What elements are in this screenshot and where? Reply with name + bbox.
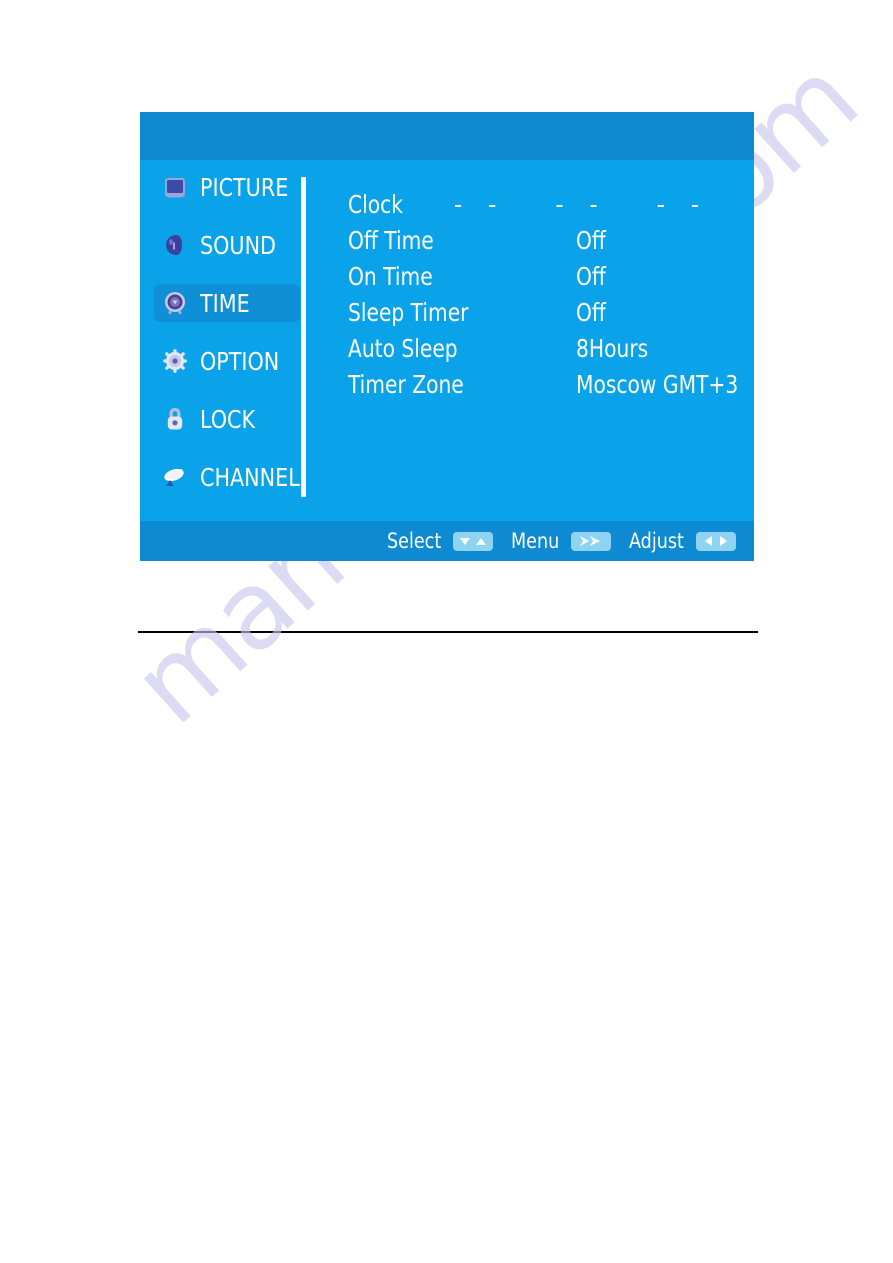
osd-settings-list: Clock -- -- -- Off Time Off On Time Off … bbox=[348, 192, 739, 408]
setting-value: Off bbox=[576, 298, 606, 327]
setting-row-clock[interactable]: Clock -- -- -- bbox=[348, 192, 736, 228]
hint-label: Select bbox=[386, 529, 441, 553]
sidebar-item-label: SOUND bbox=[200, 230, 276, 260]
setting-row-sleep-timer[interactable]: Sleep Timer Off bbox=[348, 300, 736, 336]
sidebar-item-picture[interactable]: PICTURE bbox=[154, 168, 302, 206]
picture-icon bbox=[160, 172, 190, 202]
sidebar-item-lock[interactable]: LOCK bbox=[154, 400, 302, 438]
sidebar-item-label: LOCK bbox=[200, 404, 256, 434]
setting-row-timer-zone[interactable]: Timer Zone Moscow GMT+3 bbox=[348, 370, 739, 408]
setting-value: 8Hours bbox=[576, 334, 649, 363]
sidebar-item-time[interactable]: TIME bbox=[154, 284, 300, 322]
horizontal-rule bbox=[138, 631, 758, 633]
sidebar-item-channel[interactable]: CHANNEL bbox=[154, 458, 302, 496]
lock-icon bbox=[160, 404, 190, 434]
sound-icon bbox=[160, 230, 190, 260]
double-right-arrow-icon bbox=[570, 531, 611, 551]
setting-value: Off bbox=[576, 262, 606, 291]
sidebar-item-sound[interactable]: SOUND bbox=[154, 226, 302, 264]
satellite-dish-icon bbox=[160, 462, 190, 492]
osd-sidebar: PICTURE SOUND TIME OPTION LOCK CHANNEL bbox=[154, 168, 302, 516]
setting-label: Clock bbox=[348, 190, 403, 219]
sidebar-item-label: TIME bbox=[200, 288, 250, 318]
setting-value: Moscow GMT+3 bbox=[576, 370, 739, 399]
sidebar-item-label: OPTION bbox=[200, 346, 280, 376]
sidebar-item-option[interactable]: OPTION bbox=[154, 342, 302, 380]
setting-label: Off Time bbox=[348, 226, 434, 255]
sidebar-divider bbox=[301, 177, 306, 497]
clock-icon bbox=[160, 288, 190, 318]
down-up-arrows-icon bbox=[453, 531, 494, 551]
gear-icon bbox=[160, 346, 190, 376]
sidebar-item-label: PICTURE bbox=[200, 172, 289, 202]
setting-label: Timer Zone bbox=[348, 370, 464, 399]
osd-header-bar bbox=[140, 112, 754, 160]
left-right-arrows-icon bbox=[696, 531, 736, 551]
setting-label: Auto Sleep bbox=[348, 334, 458, 363]
setting-row-off-time[interactable]: Off Time Off bbox=[348, 228, 736, 264]
osd-footer-bar: Select Menu Adjust bbox=[140, 521, 754, 561]
hint-select[interactable]: Select bbox=[386, 529, 494, 553]
setting-label: On Time bbox=[348, 262, 433, 291]
setting-row-auto-sleep[interactable]: Auto Sleep 8Hours bbox=[348, 336, 736, 372]
setting-row-on-time[interactable]: On Time Off bbox=[348, 264, 736, 300]
hint-label: Adjust bbox=[628, 529, 684, 553]
sidebar-item-label: CHANNEL bbox=[200, 462, 300, 492]
setting-value: Off bbox=[576, 226, 606, 255]
osd-menu-panel: PICTURE SOUND TIME OPTION LOCK CHANNEL C… bbox=[140, 112, 754, 561]
setting-label: Sleep Timer bbox=[348, 298, 469, 327]
hint-menu[interactable]: Menu bbox=[511, 529, 611, 553]
hint-adjust[interactable]: Adjust bbox=[629, 529, 736, 553]
hint-label: Menu bbox=[511, 529, 560, 553]
